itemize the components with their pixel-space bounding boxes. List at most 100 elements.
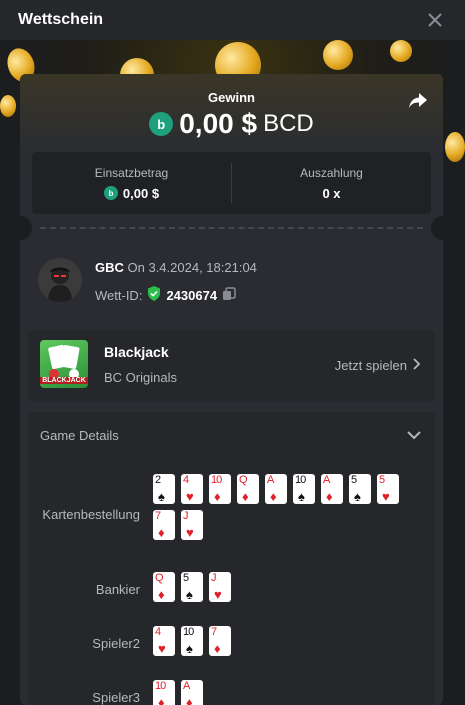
bet-slip-card: Gewinn b 0,00 $ BCD Einsatzbetrag b 0,00… xyxy=(20,74,443,705)
payout-label: Auszahlung xyxy=(300,165,363,180)
card-suit-icon: ♦ xyxy=(158,695,165,705)
card-rank: J xyxy=(211,572,216,584)
playing-card: A ♦ xyxy=(181,680,203,705)
playing-card: 10 ♦ xyxy=(153,680,175,705)
card-suit-icon: ♦ xyxy=(214,489,221,504)
copy-icon[interactable] xyxy=(222,286,236,304)
card-rank: 10 xyxy=(183,626,194,638)
card-suit-icon: ♦ xyxy=(214,641,221,656)
game-thumbnail-text: BLACKJACK xyxy=(40,377,88,384)
card-suit-icon: ♠ xyxy=(186,641,193,656)
card-rank: 10 xyxy=(211,474,222,486)
card-suit-icon: ♦ xyxy=(242,489,249,504)
win-currency: BCD xyxy=(263,110,314,137)
card-row-label: Spieler2 xyxy=(92,636,140,651)
card-rank: 7 xyxy=(155,510,161,522)
playing-card: Q ♦ xyxy=(237,474,259,504)
bet-id-label: Wett-ID: xyxy=(95,287,143,303)
card-rank: 10 xyxy=(155,680,166,692)
bet-date: On 3.4.2024, 18:21:04 xyxy=(127,260,257,275)
card-suit-icon: ♠ xyxy=(186,587,193,602)
username[interactable]: GBC xyxy=(95,260,124,275)
stake-label: Einsatzbetrag xyxy=(94,165,169,180)
playing-card: 10 ♠ xyxy=(293,474,315,504)
playing-card: J ♥ xyxy=(209,572,231,602)
card-list: 10 ♦ A ♦ xyxy=(153,680,403,705)
card-rank: Q xyxy=(239,474,248,486)
stake-stat: Einsatzbetrag b 0,00 $ xyxy=(32,152,231,214)
bcd-coin-icon: b xyxy=(103,186,118,200)
card-suit-icon: ♦ xyxy=(270,489,277,504)
game-row[interactable]: BLACKJACK Blackjack BC Originals Jetzt s… xyxy=(28,330,435,402)
win-amount-row: b 0,00 $ BCD xyxy=(20,108,443,140)
ticket-notch-right xyxy=(431,216,443,240)
card-rank: 5 xyxy=(351,474,357,486)
payout-stat: Auszahlung 0 x xyxy=(232,152,431,214)
ticket-divider xyxy=(40,227,423,229)
card-rank: A xyxy=(183,680,190,692)
card-list: Q ♦ 5 ♠ J ♥ xyxy=(153,572,403,602)
payout-value: 0 x xyxy=(322,185,341,201)
card-suit-icon: ♠ xyxy=(158,489,165,504)
card-row-label: Bankier xyxy=(95,582,140,597)
playing-card: 4 ♥ xyxy=(181,474,203,504)
game-name: Blackjack xyxy=(104,344,169,360)
playing-card: 5 ♥ xyxy=(377,474,399,504)
card-suit-icon: ♦ xyxy=(326,489,333,504)
game-thumbnail: BLACKJACK xyxy=(40,340,88,388)
card-suit-icon: ♦ xyxy=(158,525,165,540)
playing-card: J ♥ xyxy=(181,510,203,540)
avatar[interactable] xyxy=(38,258,82,302)
card-suit-icon: ♥ xyxy=(186,525,194,540)
playing-card: A ♦ xyxy=(321,474,343,504)
win-amount: 0,00 $ xyxy=(179,108,258,139)
playing-card: 7 ♦ xyxy=(209,626,231,656)
card-row-label: Spieler3 xyxy=(92,690,140,705)
share-icon[interactable] xyxy=(407,90,429,112)
card-rank: 10 xyxy=(295,474,306,486)
bcd-coin-icon: b xyxy=(149,112,174,136)
card-suit-icon: ♥ xyxy=(214,587,222,602)
card-rank: 5 xyxy=(379,474,385,486)
card-rank: J xyxy=(183,510,188,522)
card-row-label: Kartenbestellung xyxy=(42,507,140,522)
game-details-header: Game Details xyxy=(40,428,119,443)
game-details-panel: Game Details Kartenbestellung 2 ♠ 4 ♥ 10 ♦ Q ♦ A ♦… xyxy=(28,412,435,705)
card-rank: Q xyxy=(155,572,164,584)
card-rank: 7 xyxy=(211,626,217,638)
win-section: Gewinn b 0,00 $ BCD xyxy=(20,74,443,152)
playing-card: 7 ♦ xyxy=(153,510,175,540)
win-label: Gewinn xyxy=(208,90,255,105)
playing-card: 2 ♠ xyxy=(153,474,175,504)
card-rank: 4 xyxy=(155,626,161,638)
card-list: 2 ♠ 4 ♥ 10 ♦ Q ♦ A ♦ 10 ♠ A ♦ 5 ♠ 5 ♥ 7 ♦ J ♥ xyxy=(153,474,403,540)
playing-card: 10 ♠ xyxy=(181,626,203,656)
card-suit-icon: ♦ xyxy=(186,695,193,705)
chevron-right-icon xyxy=(413,358,421,373)
card-suit-icon: ♠ xyxy=(298,489,305,504)
card-rank: A xyxy=(267,474,274,486)
playing-card: 10 ♦ xyxy=(209,474,231,504)
chevron-down-icon[interactable] xyxy=(405,426,423,444)
playing-card: 5 ♠ xyxy=(349,474,371,504)
game-provider: BC Originals xyxy=(104,370,177,385)
ticket-notch-left xyxy=(20,216,32,240)
card-suit-icon: ♥ xyxy=(382,489,390,504)
close-icon[interactable] xyxy=(423,8,447,32)
card-suit-icon: ♦ xyxy=(158,587,165,602)
play-now-label: Jetzt spielen xyxy=(334,358,407,373)
card-rank: 2 xyxy=(155,474,161,486)
card-rank: 4 xyxy=(183,474,189,486)
verified-shield-icon xyxy=(147,286,161,304)
modal-header: Wettschein xyxy=(0,0,465,40)
stake-value: 0,00 $ xyxy=(122,185,160,201)
card-rank: 5 xyxy=(183,572,189,584)
card-suit-icon: ♠ xyxy=(354,489,361,504)
card-rank: A xyxy=(323,474,330,486)
stats-box: Einsatzbetrag b 0,00 $ Auszahlung 0 x xyxy=(32,152,431,214)
bet-id-value: 2430674 xyxy=(166,287,218,303)
card-suit-icon: ♥ xyxy=(158,641,166,656)
playing-card: 5 ♠ xyxy=(181,572,203,602)
playing-card: Q ♦ xyxy=(153,572,175,602)
play-now-link[interactable]: Jetzt spielen xyxy=(335,358,421,373)
